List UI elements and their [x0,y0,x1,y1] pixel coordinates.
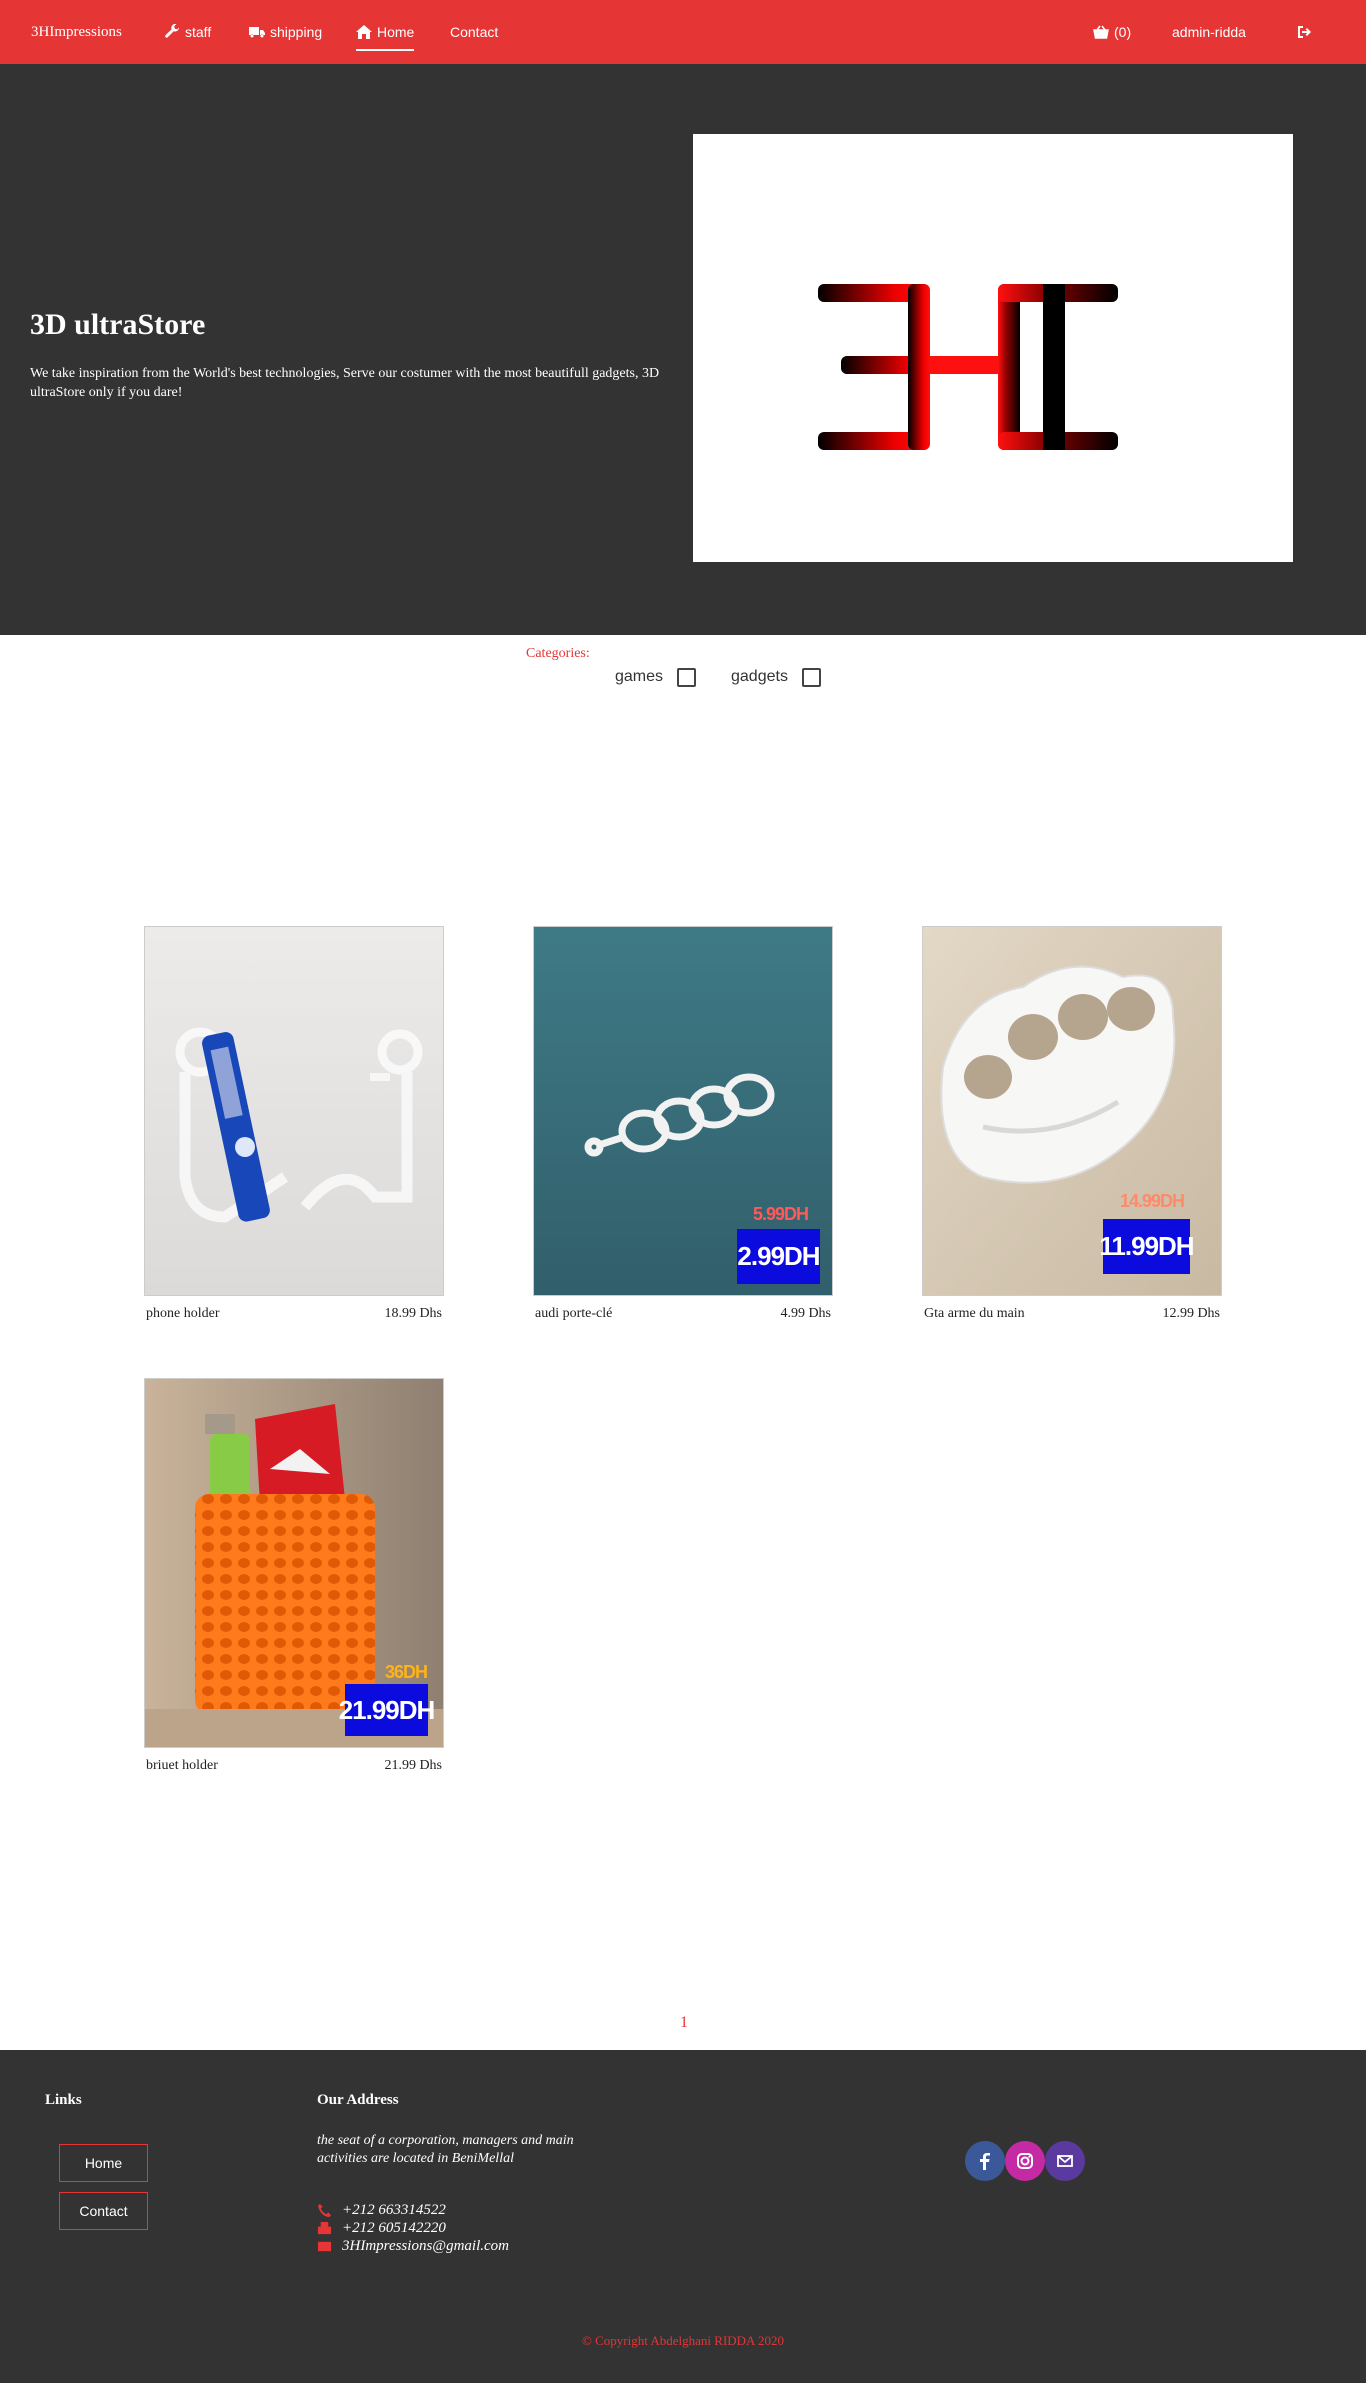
category-gadgets-label: gadgets [731,668,788,685]
product-image[interactable]: 5.99DH 2.99DH [533,926,833,1296]
nav-shipping-label: shipping [270,24,323,40]
email-button[interactable] [1045,2141,1085,2181]
page: 3HImpressions staff shipping Home Contac… [0,0,1366,2383]
fax-line: +212 605142220 [317,2220,446,2237]
nav-cart[interactable]: (0) [1093,0,1131,64]
old-price-label: 14.99DH [1120,1191,1185,1211]
product-info: briuet holder 21.99 Dhs [144,1748,444,1774]
product-image[interactable]: 14.99DH 11.99DH [922,926,1222,1296]
email-address[interactable]: 3HImpressions@gmail.com [342,2238,509,2255]
hero-text: We take inspiration from the World's bes… [30,366,660,400]
footer-links-title: Links [45,2092,82,2108]
product-name: Gta arme du main [924,1306,1025,1321]
product-price: 18.99 Dhs [384,1306,442,1321]
category-games[interactable]: games [615,666,697,688]
facebook-icon [980,2153,990,2170]
category-gadgets-checkbox[interactable] [801,667,821,687]
nav-staff[interactable]: staff [164,0,211,64]
wrench-icon [165,24,180,38]
nav-staff-label: staff [185,24,212,40]
product-card[interactable]: phone holder 18.99 Dhs [144,926,444,1322]
old-price-label: 36DH [385,1662,428,1682]
instagram-icon [1017,2153,1033,2169]
price-tag: 21.99DH [339,1684,435,1736]
home-icon [356,25,372,39]
product-name: phone holder [146,1306,220,1321]
product-card[interactable]: 5.99DH 2.99DH audi porte-clé 4.99 Dhs [533,926,833,1322]
category-games-label: games [615,668,664,685]
address-description: the seat of a corporation, managers and … [317,2133,574,2166]
hero-section: 3D ultraStore We take inspiration from t… [0,64,1366,635]
product-info: Gta arme du main 12.99 Dhs [922,1296,1222,1322]
product-price: 12.99 Dhs [1162,1306,1220,1321]
price-tag: 11.99DH [1099,1219,1195,1274]
category-gadgets[interactable]: gadgets [731,666,821,688]
product-image[interactable] [144,926,444,1296]
fax-number: +212 605142220 [342,2220,446,2236]
price-tag: 2.99DH [737,1229,821,1284]
nav-home[interactable]: Home [356,0,415,64]
fax-icon [317,2221,332,2235]
brand-link[interactable]: 3HImpressions [31,0,122,64]
product-info: audi porte-clé 4.99 Dhs [533,1296,833,1322]
envelope-icon [317,2241,332,2252]
phone-line: +212 663314522 [317,2202,446,2219]
instagram-button[interactable] [1005,2141,1045,2181]
nav-logout[interactable] [1297,0,1313,64]
phone-number: +212 663314522 [342,2202,446,2218]
nav-home-label: Home [377,24,415,40]
navbar: 3HImpressions staff shipping Home Contac… [0,0,1366,64]
phone-icon [317,2203,332,2218]
hero-logo [693,134,1293,562]
product-info: phone holder 18.99 Dhs [144,1296,444,1322]
cart-count: (0) [1114,24,1132,40]
product-price: 4.99 Dhs [780,1306,831,1321]
categories-label: Categories: [526,646,590,661]
copyright: © Copyright Abdelghani RIDDA 2020 [582,2333,784,2348]
product-name: audi porte-clé [535,1306,613,1321]
hero-title: 3D ultraStore [30,308,206,341]
product-card[interactable]: 36DH 21.99DH briuet holder 21.99 Dhs [144,1378,444,1774]
sign-out-icon [1298,26,1311,38]
3hi-logo-icon [818,284,1118,450]
facebook-button[interactable] [965,2141,1005,2181]
email-line: 3HImpressions@gmail.com [317,2238,509,2255]
product-name: briuet holder [146,1758,218,1773]
footer-home-button[interactable]: Home [59,2144,148,2182]
old-price-label: 5.99DH [753,1204,809,1224]
footer-address-title: Our Address [317,2092,399,2108]
phone-holder-image [145,927,443,1295]
product-card[interactable]: 14.99DH 11.99DH Gta arme du main 12.99 D… [922,926,1222,1322]
pagination-page-1[interactable]: 1 [680,2014,688,2032]
basket-icon [1093,25,1109,39]
truck-icon [249,27,265,38]
category-games-checkbox[interactable] [677,667,697,687]
product-image[interactable]: 36DH 21.99DH [144,1378,444,1748]
nav-user[interactable]: admin-ridda [1172,0,1246,64]
envelope-icon [1057,2155,1073,2167]
nav-contact[interactable]: Contact [450,0,498,64]
nav-shipping[interactable]: shipping [249,0,322,64]
product-price: 21.99 Dhs [384,1758,442,1773]
footer-contact-button[interactable]: Contact [59,2192,148,2230]
